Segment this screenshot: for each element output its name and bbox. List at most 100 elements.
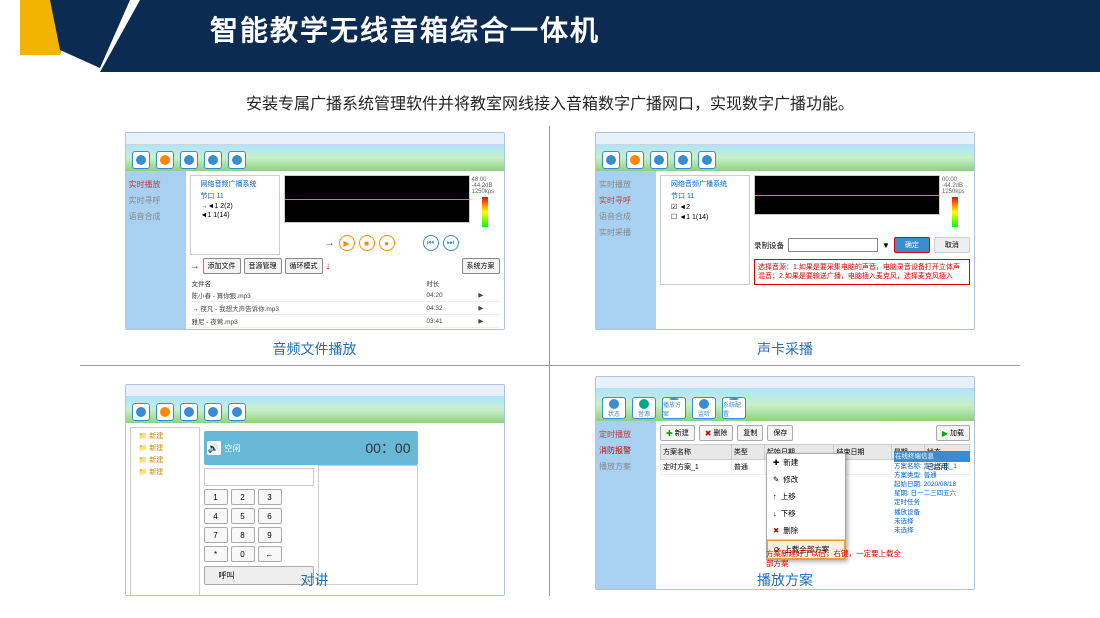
device-select[interactable]	[788, 238, 878, 252]
sidebar-realtime-play[interactable]: 实时播放	[128, 178, 184, 191]
sidebar: 实时播放 实时寻呼 语音合成 实时采播	[596, 171, 656, 329]
file-row[interactable]: 陈小春 - 算你狠.mp304:20▶	[190, 289, 500, 302]
caption: 对讲	[301, 570, 329, 590]
key-5[interactable]: 5	[231, 508, 255, 524]
sidebar-capture[interactable]: 实时采播	[598, 226, 654, 239]
nav-config[interactable]: 系统配置	[722, 397, 746, 419]
nav-icon[interactable]	[228, 403, 246, 421]
file-list: 文件名时长 陈小春 - 算你狠.mp304:20▶ → 筷凡 - 我想大声告诉你…	[190, 277, 500, 330]
nav-status-icon[interactable]	[132, 151, 150, 169]
sidebar-play-plan[interactable]: 播放方案	[598, 460, 654, 473]
menu-down[interactable]: ↓下移	[767, 505, 845, 522]
prev-button[interactable]: ⏮	[423, 235, 439, 251]
play-button[interactable]: ▶	[339, 235, 355, 251]
sidebar-realtime-play[interactable]: 实时播放	[598, 178, 654, 191]
screenshot-grid: 实时播放 实时寻呼 语音合成 网络音频广播系统 节口 11 →◄1 2(2) ◄…	[80, 126, 1020, 596]
next-button[interactable]: ⏭	[443, 235, 459, 251]
status-header: 🔊 空闲 00：00	[204, 431, 418, 465]
tree-root[interactable]: 网络音频广播系统	[663, 178, 747, 190]
plan-info-panel: 在线终端信息 方案名称: 定时方案_1 方案类型: 普通 起始日期: 2020/…	[894, 451, 970, 535]
cancel-button[interactable]: 取消	[934, 237, 970, 253]
key-9[interactable]: 9	[258, 527, 282, 543]
waveform-display	[284, 175, 470, 223]
nav-source-icon[interactable]	[156, 151, 174, 169]
nav-source[interactable]: 音源	[632, 397, 656, 419]
sidebar: 实时播放 实时寻呼 语音合成	[126, 171, 186, 329]
tree-item[interactable]: ☑ ◄2	[663, 202, 747, 212]
source-mgr-button[interactable]: 音源管理	[244, 258, 282, 274]
add-file-button[interactable]: 添加文件	[203, 258, 241, 274]
tree-item[interactable]: 节口 11	[663, 190, 747, 202]
sidebar-fire-alarm[interactable]: 消防报警	[598, 444, 654, 457]
tree-item[interactable]: →◄1 2(2)	[193, 202, 277, 211]
call-button[interactable]: 呼叫	[204, 566, 314, 585]
key-8[interactable]: 8	[231, 527, 255, 543]
nav-source-icon[interactable]	[626, 151, 644, 169]
nav-icon[interactable]	[132, 403, 150, 421]
tree-item[interactable]: ◄1 1(14)	[193, 211, 277, 220]
sidebar-realtime-call[interactable]: 实时寻呼	[128, 194, 184, 207]
file-row[interactable]: → 筷凡 - 我想大声告诉你.mp304:32▶	[190, 302, 500, 315]
nav-config-icon[interactable]	[698, 151, 716, 169]
arrow-icon: →	[325, 238, 335, 249]
nav-monitor-icon[interactable]	[204, 151, 222, 169]
nav-status-icon[interactable]	[602, 151, 620, 169]
save-button[interactable]: 保存	[767, 425, 793, 441]
key-4[interactable]: 4	[204, 508, 228, 524]
sidebar-realtime-call[interactable]: 实时寻呼	[598, 194, 654, 207]
caption: 播放方案	[757, 570, 813, 590]
folder-item[interactable]: 新建	[133, 466, 197, 478]
tree-item[interactable]: 节口 11	[193, 190, 277, 202]
key-6[interactable]: 6	[258, 508, 282, 524]
key-0[interactable]: 0	[231, 546, 255, 562]
page-header: 智能教学无线音箱综合一体机	[0, 0, 1100, 72]
menu-up[interactable]: ↑上移	[767, 488, 845, 505]
sidebar-timed-play[interactable]: 定时播放	[598, 428, 654, 441]
file-row[interactable]: 韩红 - 天路.mp304:22▶	[190, 328, 500, 331]
key-back[interactable]: ←	[258, 546, 282, 562]
menu-new[interactable]: ✚新建	[767, 454, 845, 471]
nav-plan[interactable]: 播放方案	[662, 397, 686, 419]
page-title: 智能教学无线音箱综合一体机	[0, 0, 1100, 62]
nav-icon[interactable]	[204, 403, 222, 421]
copy-button[interactable]: 复制	[737, 425, 763, 441]
folder-item[interactable]: 新建	[133, 430, 197, 442]
app-intercom: 新建 新建 新建 新建 🔊 空闲 00：00	[125, 384, 505, 596]
nav-plan-icon[interactable]	[650, 151, 668, 169]
rec-button[interactable]: ●	[379, 235, 395, 251]
device-label: 录制设备	[754, 240, 784, 251]
nav-icon[interactable]	[180, 403, 198, 421]
nav-plan-icon[interactable]	[180, 151, 198, 169]
nav-config-icon[interactable]	[228, 151, 246, 169]
stop-button[interactable]: ■	[359, 235, 375, 251]
tree-root[interactable]: 网络音频广播系统	[193, 178, 277, 190]
nav-status[interactable]: 状态	[602, 397, 626, 419]
key-2[interactable]: 2	[231, 489, 255, 505]
nav-monitor-icon[interactable]	[674, 151, 692, 169]
menu-del[interactable]: ✖删除	[767, 522, 845, 539]
nav-monitor[interactable]: 监听	[692, 397, 716, 419]
folder-tree: 新建 新建 新建 新建	[130, 427, 200, 596]
arrow-icon: →	[190, 261, 200, 272]
key-star[interactable]: *	[204, 546, 228, 562]
tree-item[interactable]: ☐ ◄1 1(14)	[663, 212, 747, 222]
del-button[interactable]: ✖删除	[699, 425, 734, 441]
nav-icon[interactable]	[156, 403, 174, 421]
key-3[interactable]: 3	[258, 489, 282, 505]
instruction-note: 方案新建好了以后，右键，一定要上载全部方案	[766, 549, 906, 569]
sidebar-tts[interactable]: 语音合成	[128, 210, 184, 223]
folder-item[interactable]: 新建	[133, 454, 197, 466]
file-row[interactable]: 雅尼 - 夜莺.mp303:41▶	[190, 315, 500, 328]
sys-plan-button[interactable]: 系统方案	[462, 258, 500, 274]
app-nav-bg	[126, 145, 504, 171]
folder-item[interactable]: 新建	[133, 442, 197, 454]
app-nav-bg	[126, 397, 504, 423]
key-7[interactable]: 7	[204, 527, 228, 543]
new-button[interactable]: ✚新建	[660, 425, 695, 441]
load-button[interactable]: ▶加载	[936, 425, 970, 441]
key-1[interactable]: 1	[204, 489, 228, 505]
sidebar-tts[interactable]: 语音合成	[598, 210, 654, 223]
loop-mode-button[interactable]: 循环模式	[285, 258, 323, 274]
confirm-button[interactable]: 确定	[894, 237, 930, 253]
menu-edit[interactable]: ✎修改	[767, 471, 845, 488]
